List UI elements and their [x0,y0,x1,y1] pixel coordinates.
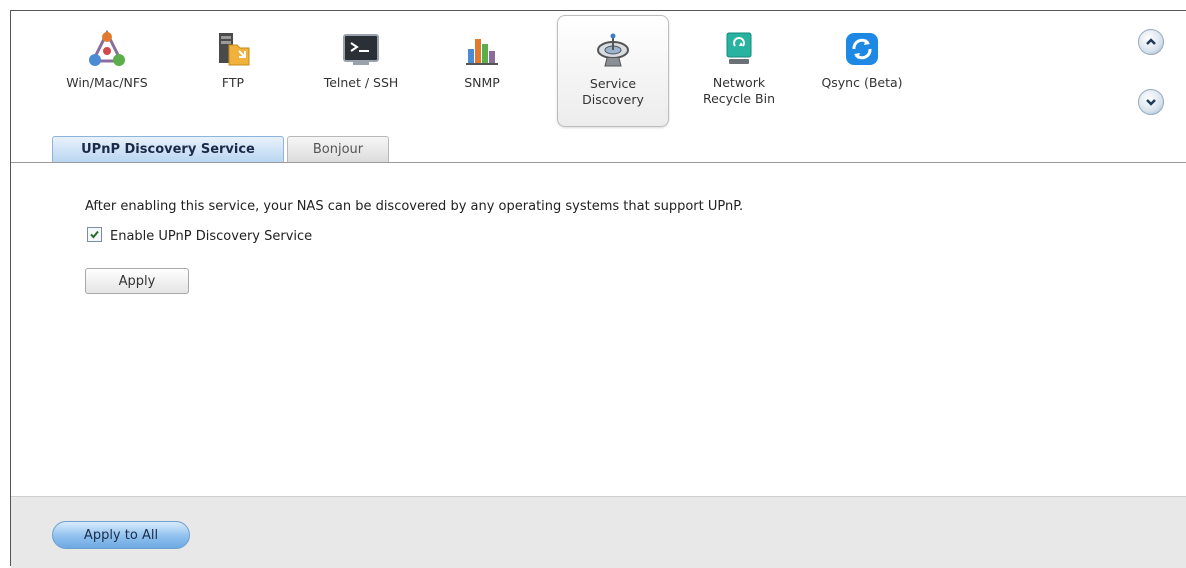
enable-upnp-label: Enable UPnP Discovery Service [110,229,313,244]
bar-chart-icon [466,39,498,65]
chevron-up-icon [1146,38,1156,45]
checkmark-icon [90,230,99,239]
tab-divider [11,162,1186,163]
scroll-down-button[interactable] [1138,89,1164,115]
service-description: After enabling this service, your NAS ca… [85,199,744,214]
toolbar-item-label: SNMP [464,75,500,90]
apply-to-all-button[interactable]: Apply to All [52,521,190,549]
toolbar-item-service-discovery[interactable]: Service Discovery [557,15,669,127]
toolbar-item-label: Qsync (Beta) [821,75,903,90]
satellite-dish-icon [597,33,629,67]
sync-icon [846,33,878,65]
enable-upnp-checkbox[interactable] [87,227,102,242]
toolbar-item-qsync[interactable]: Qsync (Beta) [806,15,918,127]
toolbar-item-snmp[interactable]: SNMP [426,15,538,127]
tab-bonjour[interactable]: Bonjour [287,136,389,162]
footer-bar: Apply to All [11,496,1186,568]
control-panel-window: Win/Mac/NFS FTP Telnet / SSH SNMP Servic… [10,10,1186,568]
ftp-folder-icon [219,33,250,66]
enable-upnp-row: Enable UPnP Discovery Service [87,227,312,244]
scroll-up-button[interactable] [1138,29,1164,55]
recycle-bin-icon [726,32,752,64]
apply-button[interactable]: Apply [85,268,189,294]
toolbar-item-label: Win/Mac/NFS [66,75,148,90]
toolbar-item-label: Telnet / SSH [323,75,399,90]
tab-upnp-discovery-service[interactable]: UPnP Discovery Service [52,136,284,162]
toolbar-item-label: Service Discovery [582,76,644,107]
terminal-icon [343,34,379,65]
toolbar-item-label: Network Recycle Bin [702,75,776,106]
chevron-down-icon [1146,99,1156,106]
network-share-icon [89,29,125,66]
toolbar-item-telnet-ssh[interactable]: Telnet / SSH [305,15,417,127]
toolbar-item-label: FTP [221,75,245,90]
toolbar-item-network-recycle-bin[interactable]: Network Recycle Bin [683,15,795,127]
toolbar-item-ftp[interactable]: FTP [177,15,289,127]
toolbar-item-win-mac-nfs[interactable]: Win/Mac/NFS [51,15,163,127]
